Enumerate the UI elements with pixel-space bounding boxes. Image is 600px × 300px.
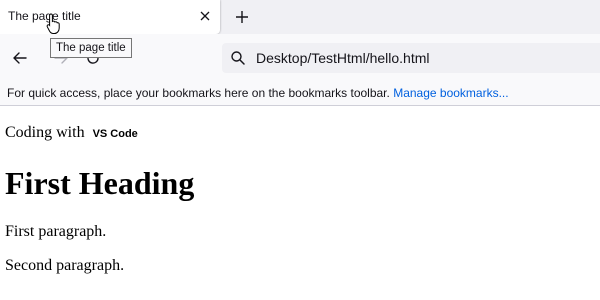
bookmarks-toolbar: For quick access, place your bookmarks h…: [0, 82, 600, 106]
tab-active[interactable]: The page title: [0, 0, 220, 34]
close-icon[interactable]: [196, 7, 214, 25]
arrow-left-icon[interactable]: [7, 45, 33, 71]
page-heading: First Heading: [5, 165, 195, 201]
paragraph-2: Second paragraph.: [5, 257, 125, 274]
plus-icon[interactable]: [231, 6, 253, 28]
intro-code: VS Code: [92, 128, 138, 140]
tab-tooltip: The page title: [50, 38, 132, 58]
bookmarks-message-container: For quick access, place your bookmarks h…: [7, 86, 509, 100]
page-content: Coding with VS Code First Heading First …: [0, 107, 600, 300]
search-icon: [230, 50, 246, 66]
paragraph-1: First paragraph.: [5, 223, 107, 240]
intro-text: Coding with: [5, 124, 85, 141]
intro-line: Coding with VS Code: [5, 124, 138, 142]
mouse-pointer-icon: [46, 13, 62, 35]
tab-title: The page title: [8, 9, 81, 23]
url-text: Desktop/TestHtml/hello.html: [256, 50, 430, 66]
browser-window: The page title Desktop/TestHtml/hello.ht…: [0, 0, 600, 300]
tab-strip: The page title: [0, 0, 600, 34]
bookmarks-message: For quick access, place your bookmarks h…: [7, 86, 390, 100]
manage-bookmarks-link[interactable]: Manage bookmarks...: [393, 86, 508, 100]
address-bar[interactable]: Desktop/TestHtml/hello.html: [222, 43, 600, 73]
